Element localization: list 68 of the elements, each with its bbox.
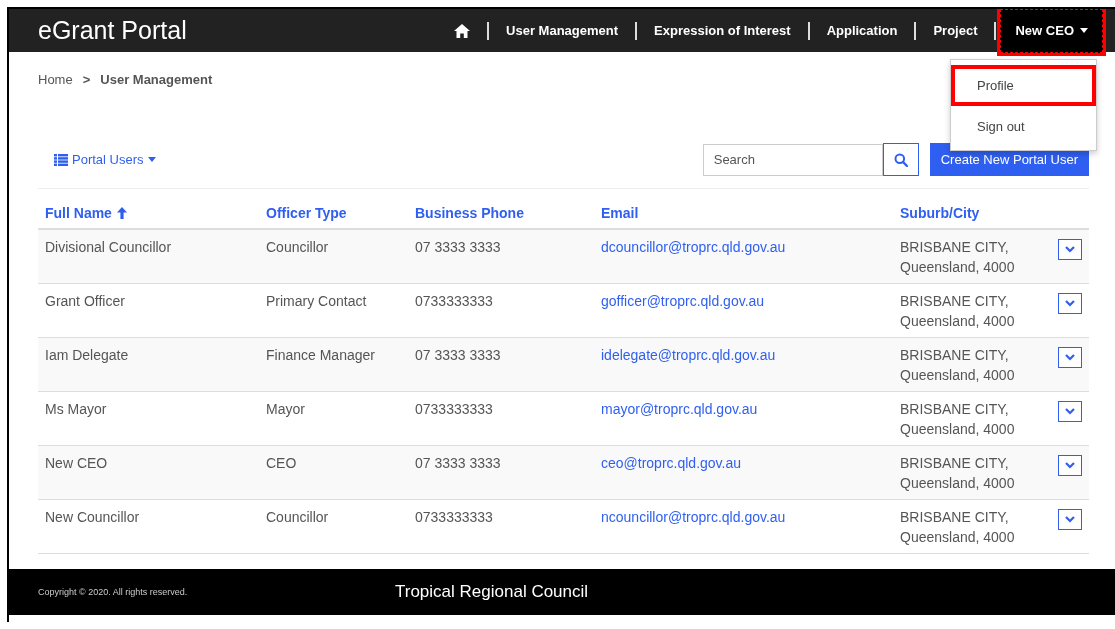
expand-button[interactable] [1058, 509, 1082, 530]
home-icon [454, 23, 471, 38]
arrow-up-icon [116, 207, 127, 219]
email-link[interactable]: idelegate@troprc.qld.gov.au [601, 347, 776, 363]
chevron-down-icon [1065, 408, 1075, 415]
search-icon [893, 152, 908, 167]
column-header[interactable]: Officer Type [266, 205, 347, 221]
email-link[interactable]: mayor@troprc.qld.gov.au [601, 401, 758, 417]
column-header[interactable]: Email [601, 205, 639, 221]
table-cell: New Councillor [45, 509, 140, 525]
table-cell: Grant Officer [45, 293, 125, 309]
table-cell-text: BRISBANE CITY, Queensland, 4000 [900, 292, 1016, 331]
chevron-down-icon [1065, 354, 1075, 361]
table-cell: Divisional Councillor [45, 239, 172, 255]
nav-link[interactable]: Project [920, 12, 991, 49]
caret-icon [147, 157, 156, 162]
table-cell: Primary Contact [266, 293, 367, 309]
table-cell-text: BRISBANE CITY, Queensland, 4000 [900, 346, 1016, 385]
caret-icon [1080, 28, 1088, 33]
view-selector[interactable]: Portal Users [54, 152, 156, 167]
table-cell: Mayor [266, 401, 305, 417]
table-cell: Finance Manager [266, 347, 375, 363]
column-header[interactable]: Suburb/City [900, 205, 980, 221]
table-cell: Councillor [266, 509, 329, 525]
email-link[interactable]: ncouncillor@troprc.qld.gov.au [601, 509, 786, 525]
table-cell-text: BRISBANE CITY, Queensland, 4000 [900, 454, 1016, 493]
table-cell: Iam Delegate [45, 347, 129, 363]
organisation-name: Tropical Regional Council [395, 582, 589, 602]
expand-button[interactable] [1058, 401, 1082, 422]
table-cell: Ms Mayor [45, 401, 107, 417]
table-cell-text: BRISBANE CITY, Queensland, 4000 [900, 508, 1016, 547]
nav-link[interactable]: User Management [493, 12, 632, 49]
menu-item[interactable]: Profile [951, 65, 1096, 106]
chevron-down-icon [1065, 300, 1075, 307]
table-cell: 07 3333 3333 [415, 455, 501, 471]
email-link[interactable]: dcouncillor@troprc.qld.gov.au [601, 239, 786, 255]
table-cell: New CEO [45, 455, 108, 471]
table-cell: 0733333333 [415, 401, 493, 417]
email-link[interactable]: gofficer@troprc.qld.gov.au [601, 293, 765, 309]
breadcrumb-link[interactable]: Home [38, 72, 73, 87]
expand-button[interactable] [1058, 239, 1082, 260]
nav-link[interactable]: Expression of Interest [641, 12, 804, 49]
chevron-down-icon [1065, 516, 1075, 523]
breadcrumb-current: User Management [100, 72, 213, 87]
breadcrumb-separator: > [82, 72, 91, 87]
expand-button[interactable] [1058, 455, 1082, 476]
user-menu-button[interactable]: New CEO [1000, 9, 1103, 53]
table-cell: Councillor [266, 239, 329, 255]
search-field[interactable]: Search [702, 143, 883, 176]
column-header[interactable]: Full Name [45, 205, 127, 221]
nav-link[interactable]: Application [813, 12, 911, 49]
search-button[interactable] [882, 143, 919, 176]
portal-title[interactable]: eGrant Portal [38, 16, 187, 45]
table-cell: 0733333333 [415, 509, 493, 525]
table-cell-text: BRISBANE CITY, Queensland, 4000 [900, 238, 1016, 277]
list-icon [54, 153, 68, 166]
table-cell-text: BRISBANE CITY, Queensland, 4000 [900, 400, 1016, 439]
chevron-down-icon [1065, 462, 1075, 469]
table-cell: 07 3333 3333 [415, 347, 501, 363]
expand-button[interactable] [1058, 347, 1082, 368]
column-header[interactable]: Business Phone [415, 205, 524, 221]
table-cell: CEO [266, 455, 297, 471]
chevron-down-icon [1065, 246, 1075, 253]
table-cell: 07 3333 3333 [415, 239, 501, 255]
email-link[interactable]: ceo@troprc.qld.gov.au [601, 455, 742, 471]
table-cell: 0733333333 [415, 293, 493, 309]
copyright-text: Copyright © 2020. All rights reserved. [38, 587, 189, 597]
expand-button[interactable] [1058, 293, 1082, 314]
